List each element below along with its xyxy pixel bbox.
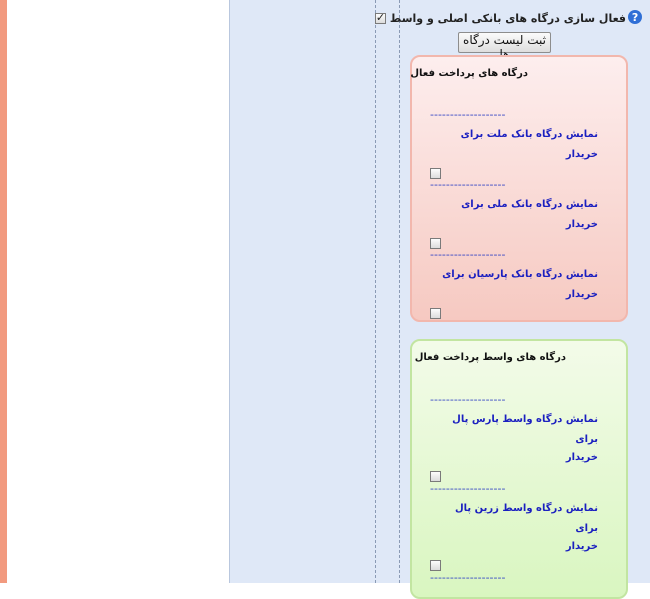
help-icon[interactable]: ? bbox=[628, 10, 642, 24]
separator: ------------------- bbox=[430, 109, 506, 121]
content-area bbox=[7, 0, 229, 583]
agent-gateway-parspal-checkbox[interactable] bbox=[430, 471, 441, 482]
agent-gateway-zarinpal-checkbox[interactable] bbox=[430, 560, 441, 571]
separator: ------------------- bbox=[430, 249, 506, 261]
agent-gateway-next: ------------------- bbox=[430, 572, 598, 584]
bank-gateway-melli-label: نمایش درگاه بانک ملی برای خریدار bbox=[461, 199, 598, 230]
agent-gateways-box: درگاه های واسط پرداخت فعال -------------… bbox=[410, 339, 628, 599]
agent-gateways-title: درگاه های واسط پرداخت فعال bbox=[414, 352, 566, 363]
agent-gateway-parspal-label-2: خریدار bbox=[565, 452, 598, 463]
bank-gateway-parsian: ------------------- نمایش درگاه بانک پار… bbox=[430, 249, 598, 319]
separator: ------------------- bbox=[430, 572, 506, 584]
submit-gateways-button[interactable]: ثبت لیست درگاه ها bbox=[458, 32, 551, 61]
agent-gateway-parspal-label: نمایش درگاه واسط پارس پال برای bbox=[452, 414, 598, 445]
enable-gateways-label: فعال سازی درگاه های بانکی اصلی و واسط bbox=[389, 11, 626, 25]
middle-column bbox=[229, 0, 376, 583]
bank-gateway-melli: ------------------- نمایش درگاه بانک ملی… bbox=[430, 179, 598, 249]
bank-gateways-title: درگاه های پرداخت فعال bbox=[410, 68, 528, 79]
agent-gateway-zarinpal-label: نمایش درگاه واسط زرین پال برای bbox=[454, 503, 598, 534]
agent-gateway-zarinpal: ------------------- نمایش درگاه واسط زری… bbox=[430, 483, 598, 571]
separator: ------------------- bbox=[430, 394, 506, 406]
bank-gateways-box: درگاه های پرداخت فعال ------------------… bbox=[410, 55, 628, 322]
separator: ------------------- bbox=[430, 179, 506, 191]
bank-gateway-parsian-label: نمایش درگاه بانک پارسیان برای خریدار bbox=[442, 269, 598, 300]
bank-gateway-melli-checkbox[interactable] bbox=[430, 238, 441, 249]
agent-gateway-parspal: ------------------- نمایش درگاه واسط پار… bbox=[430, 394, 598, 482]
bank-gateway-mellat-label: نمایش درگاه بانک ملت برای خریدار bbox=[460, 129, 598, 160]
separator: ------------------- bbox=[430, 483, 506, 495]
enable-gateways-row: ? فعال سازی درگاه های بانکی اصلی و واسط bbox=[374, 8, 642, 28]
bank-gateway-mellat-checkbox[interactable] bbox=[430, 168, 441, 179]
enable-gateways-checkbox[interactable] bbox=[374, 11, 386, 24]
bank-gateway-parsian-checkbox[interactable] bbox=[430, 308, 441, 319]
panel-inner-divider bbox=[399, 0, 400, 583]
left-border-stripe bbox=[0, 0, 7, 583]
agent-gateway-zarinpal-label-2: خریدار bbox=[565, 541, 598, 552]
bank-gateway-mellat: ------------------- نمایش درگاه بانک ملت… bbox=[430, 109, 598, 179]
